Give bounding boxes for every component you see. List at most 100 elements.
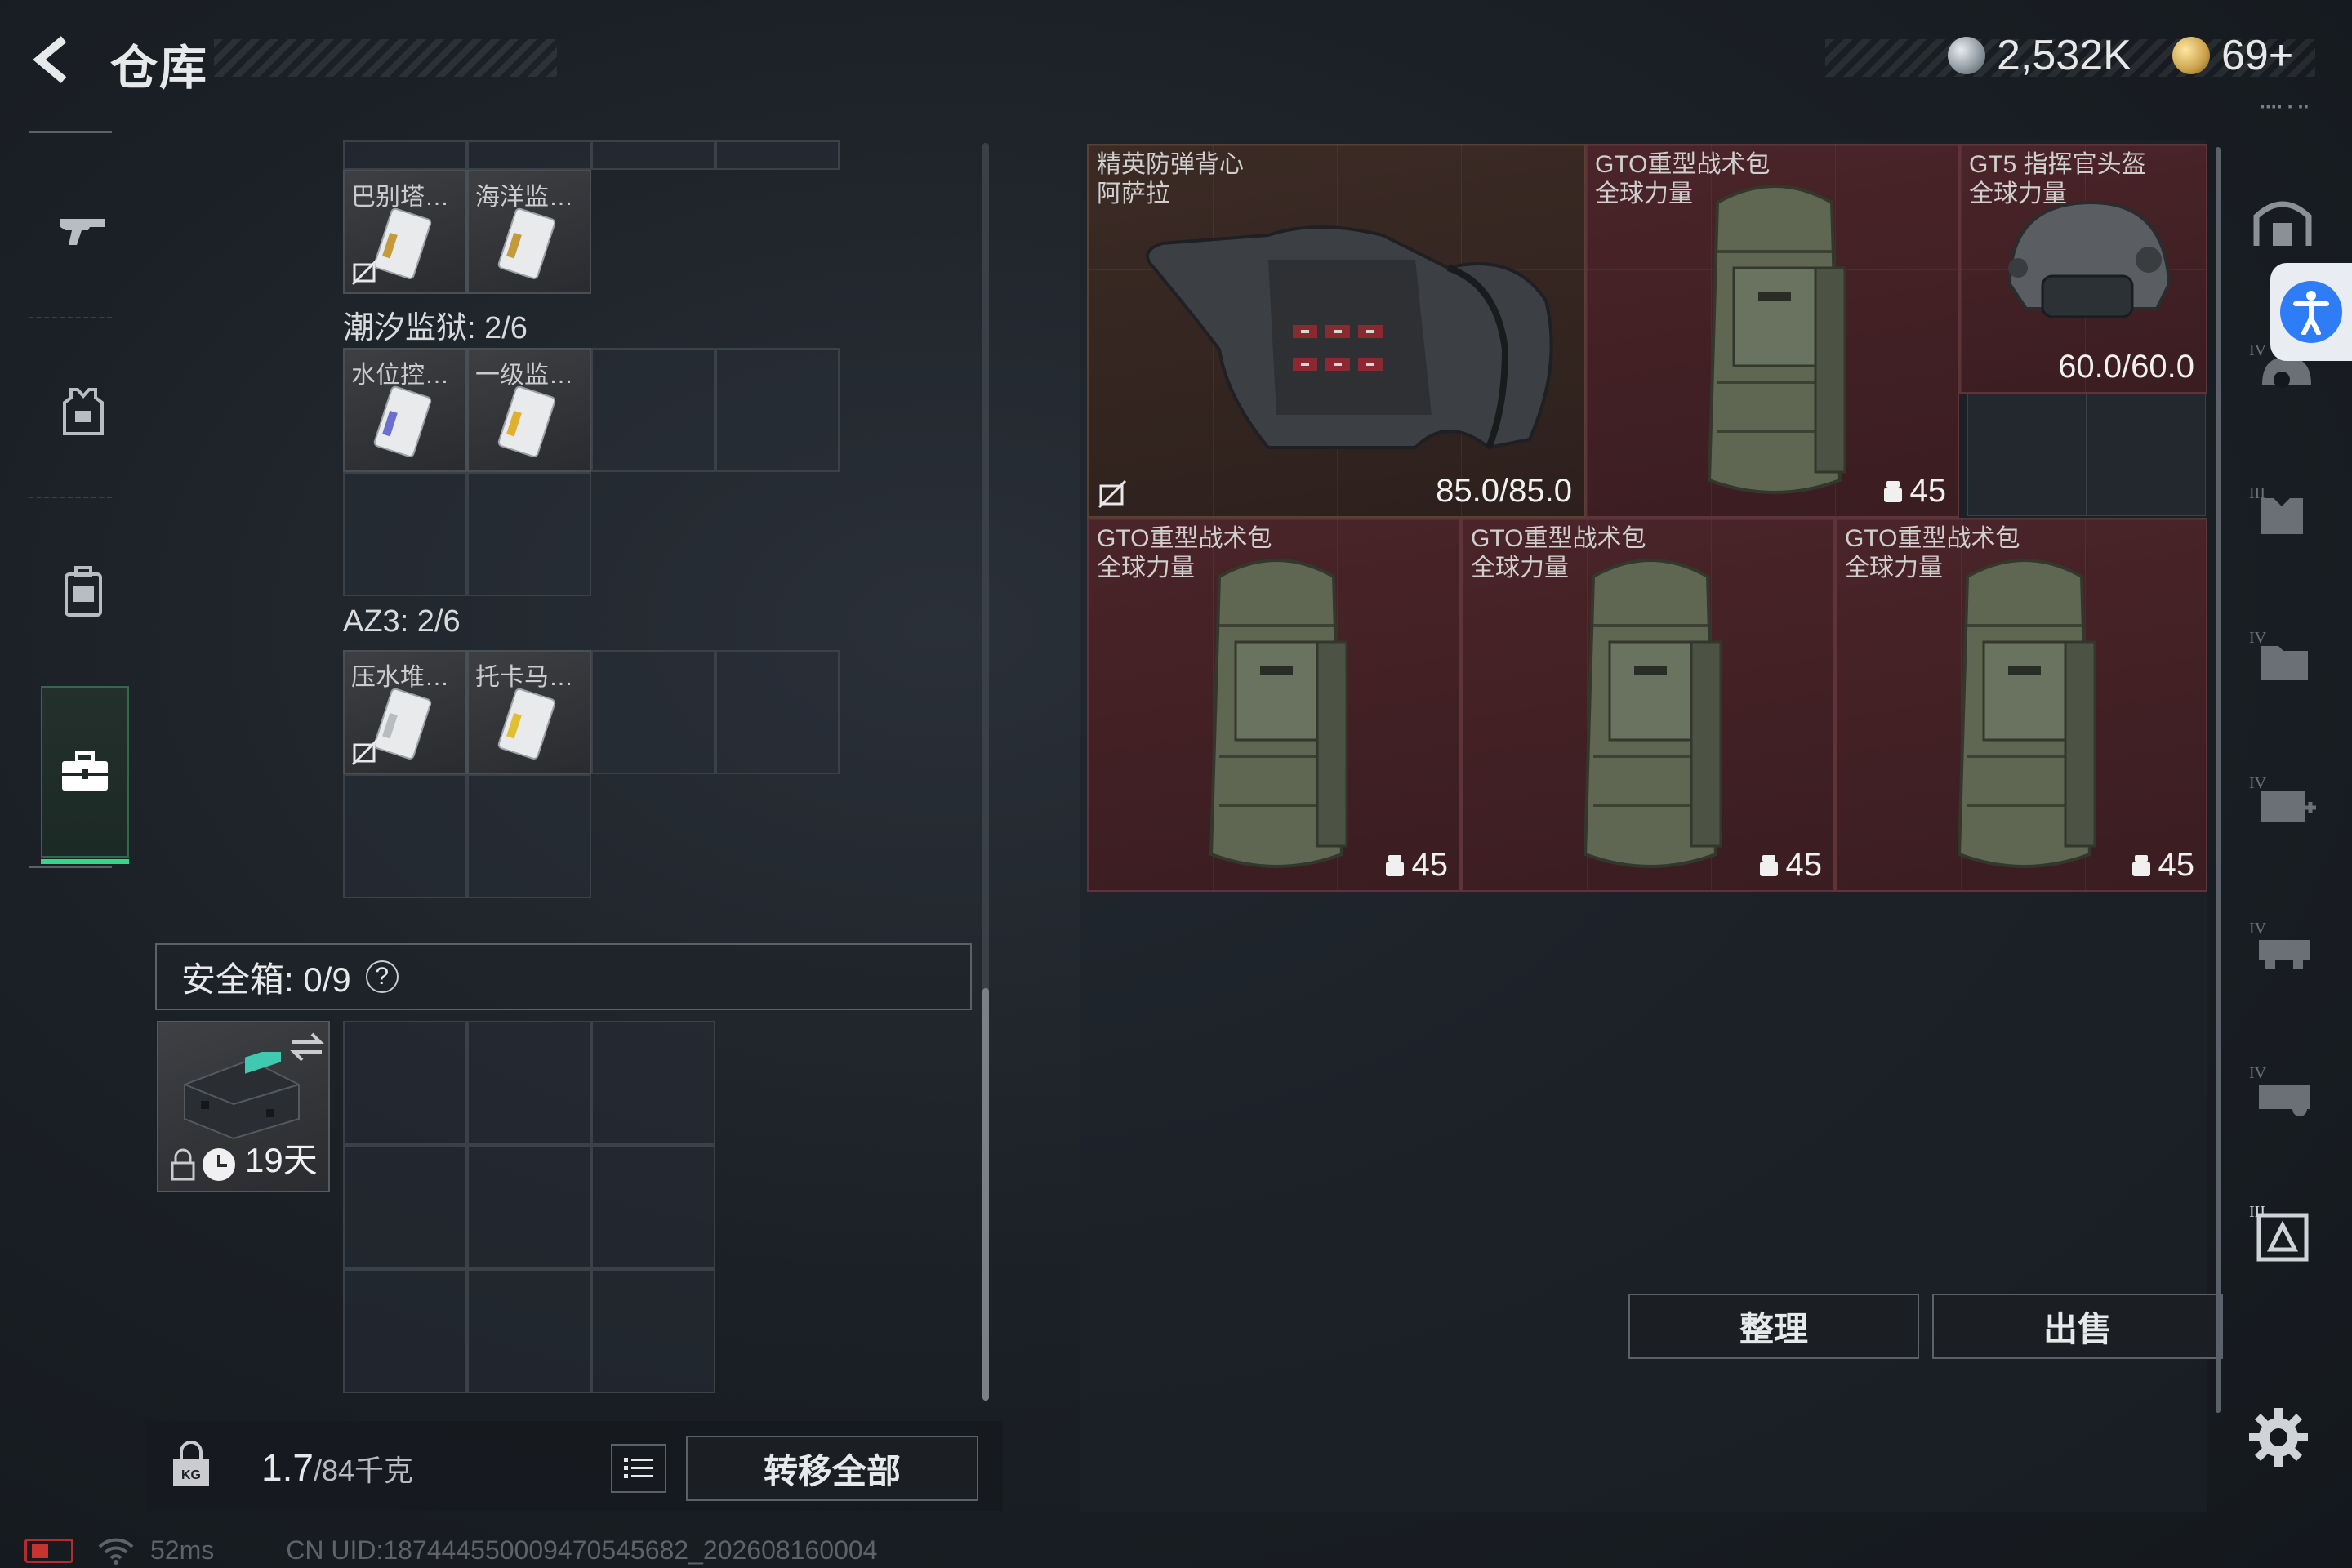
safe-box-days: 19天 (245, 1141, 318, 1179)
nav-bottom-line (29, 866, 112, 868)
list-view-button[interactable] (611, 1444, 666, 1493)
level-value: 45 (1785, 847, 1823, 883)
weight-max: /84千克 (313, 1454, 413, 1487)
back-arrow-icon[interactable] (24, 31, 82, 88)
nav-supplies-active[interactable] (41, 686, 129, 864)
keycard-slot[interactable]: 海洋监… (467, 170, 591, 294)
cutoff-cell (343, 140, 467, 170)
page-title: 仓库 (110, 42, 209, 95)
accessibility-button[interactable] (2270, 263, 2352, 361)
weight-icon: KG (173, 1441, 209, 1486)
toolbox-icon (62, 751, 108, 791)
ping-text: 52ms (150, 1535, 215, 1565)
safe-slot[interactable] (591, 1021, 715, 1145)
backpack-item[interactable]: GTO重型战术包 全球力量 45 (1461, 518, 1835, 892)
tiny-hash-text: ▪▪▪▪ ▪ ▪▪ (2261, 100, 2310, 113)
category-containers[interactable]: IV (2242, 1049, 2323, 1131)
empty-slot[interactable] (1967, 394, 2087, 516)
category-medical[interactable]: IV (2242, 760, 2323, 841)
silver-coin-icon (1948, 37, 1985, 74)
empty-slot[interactable] (2087, 394, 2206, 516)
nav-top-line (29, 131, 112, 133)
category-equipment[interactable]: IV (2242, 905, 2323, 987)
item-level: 45 (1384, 847, 1449, 884)
keycard-slot[interactable]: 水位控… (343, 348, 467, 472)
gold-currency[interactable]: 69+ (2172, 31, 2293, 80)
safe-slot[interactable] (467, 1145, 591, 1269)
keycard-slot[interactable]: 托卡马… (467, 650, 591, 774)
safe-slot[interactable] (343, 1021, 467, 1145)
section-label-tidal-prison: 潮汐监狱: 2/6 (343, 311, 528, 345)
sort-button[interactable]: 整理 (1628, 1294, 1919, 1359)
settings-gear-icon[interactable] (2247, 1406, 2310, 1468)
vest-icon (63, 388, 104, 435)
safe-box-item[interactable]: 19天 (157, 1021, 330, 1192)
empty-slot[interactable] (343, 472, 467, 596)
safe-slot[interactable] (467, 1269, 591, 1393)
backpack-item[interactable]: GTO重型战术包 全球力量 45 (1087, 518, 1461, 892)
level-icon (1385, 854, 1404, 876)
backpack-item[interactable]: GTO重型战术包 全球力量 45 (1585, 144, 1959, 518)
transfer-all-button[interactable]: 转移全部 (686, 1436, 978, 1501)
nav-backpack[interactable] (41, 549, 126, 634)
weight-readout: 1.7/84千克 (261, 1446, 413, 1490)
storage-grid: 精英防弹背心 阿萨拉 85.0/85.0 GTO重型战术包 全球力量 45 GT… (1087, 144, 2207, 892)
keycard-category-icon: III (2249, 1203, 2309, 1262)
safe-slot[interactable] (591, 1145, 715, 1269)
silver-currency[interactable]: 2,532K (1948, 31, 2132, 80)
nav-armor[interactable] (41, 369, 126, 454)
empty-slot[interactable] (591, 650, 715, 774)
folder-category-icon: IV (2249, 629, 2308, 680)
person-icon (2293, 291, 2329, 335)
safe-slot[interactable] (343, 1269, 467, 1393)
status-bar: 52ms CN UID:187444550009470545682_202608… (24, 1535, 877, 1566)
cutoff-cell (715, 140, 840, 170)
safe-container-icon (184, 1052, 300, 1140)
level-value: 45 (1909, 473, 1947, 509)
backpack-image-icon (1707, 185, 1846, 494)
weight-bar: KG 1.7/84千克 转移全部 (145, 1421, 1003, 1511)
help-icon[interactable]: ? (365, 960, 399, 993)
lock-icon (171, 1148, 195, 1181)
keycard-slot[interactable]: 一级监… (467, 348, 591, 472)
armor-vest-item[interactable]: 精英防弹背心 阿萨拉 85.0/85.0 (1087, 144, 1585, 518)
no-bind-icon (351, 738, 379, 766)
battery-icon (24, 1538, 74, 1563)
category-keycards[interactable]: III (2242, 1192, 2323, 1274)
category-all[interactable] (2242, 180, 2323, 261)
helmet-item[interactable]: GT5 指挥官头盔 全球力量 60.0/60.0 (1959, 144, 2207, 394)
nav-divider (29, 317, 112, 318)
item-name-line2: 全球力量 (1595, 180, 1693, 207)
nav-weapon[interactable] (41, 189, 126, 274)
safe-slot[interactable] (591, 1269, 715, 1393)
title-stripe-decoration (214, 39, 557, 77)
empty-slot[interactable] (591, 348, 715, 472)
backpack-image-icon (1209, 559, 1348, 868)
item-name-line2: 全球力量 (1097, 555, 1195, 581)
backpack-item[interactable]: GTO重型战术包 全球力量 45 (1835, 518, 2207, 892)
left-scroll-thumb[interactable] (982, 988, 989, 1401)
keycard-slot[interactable]: 巴别塔… (343, 170, 467, 294)
category-documents[interactable]: IV (2242, 614, 2323, 696)
nav-divider (29, 497, 112, 498)
empty-slot[interactable] (715, 650, 840, 774)
safe-slot[interactable] (343, 1145, 467, 1269)
svg-text:IV: IV (2249, 1064, 2267, 1082)
level-value: 45 (1411, 847, 1449, 883)
category-armor[interactable]: III (2242, 470, 2323, 551)
empty-slot[interactable] (343, 774, 467, 898)
no-bind-icon (1098, 479, 1127, 509)
empty-slot[interactable] (467, 774, 591, 898)
keycard-icon (497, 385, 556, 457)
sell-button[interactable]: 出售 (1932, 1294, 2223, 1359)
safe-slot[interactable] (467, 1021, 591, 1145)
empty-slot[interactable] (715, 348, 840, 472)
cutoff-cell (467, 140, 591, 170)
item-durability: 60.0/60.0 (2058, 349, 2194, 385)
svg-text:IV: IV (2249, 774, 2267, 792)
gold-amount: 69+ (2221, 32, 2294, 79)
empty-slot[interactable] (467, 472, 591, 596)
wifi-icon (98, 1538, 134, 1565)
keycard-slot[interactable]: 压水堆… (343, 650, 467, 774)
backpack-icon (65, 566, 102, 617)
